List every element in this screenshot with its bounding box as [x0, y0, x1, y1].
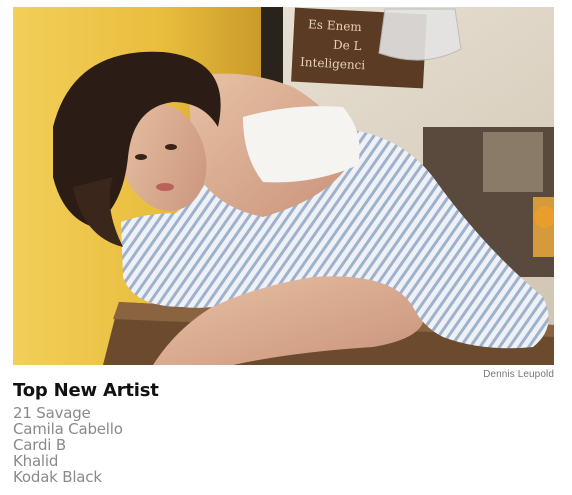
- nominee-list: 21 Savage Camila Cabello Cardi B Khalid …: [13, 405, 123, 485]
- nominee-item: Kodak Black: [13, 468, 102, 486]
- category-title: Top New Artist: [13, 380, 159, 401]
- sign-text-line-1: Es Enem: [308, 17, 363, 34]
- photo-credit: Dennis Leupold: [483, 369, 554, 380]
- nominee-item: Cardi B: [13, 436, 66, 454]
- artist-photo: Es Enem De L Inteligenci: [13, 7, 554, 365]
- nominee-item: 21 Savage: [13, 404, 91, 422]
- nominee-item: Khalid: [13, 452, 59, 470]
- nominee-item: Camila Cabello: [13, 420, 123, 438]
- sign-text-line-2: De L: [333, 38, 362, 53]
